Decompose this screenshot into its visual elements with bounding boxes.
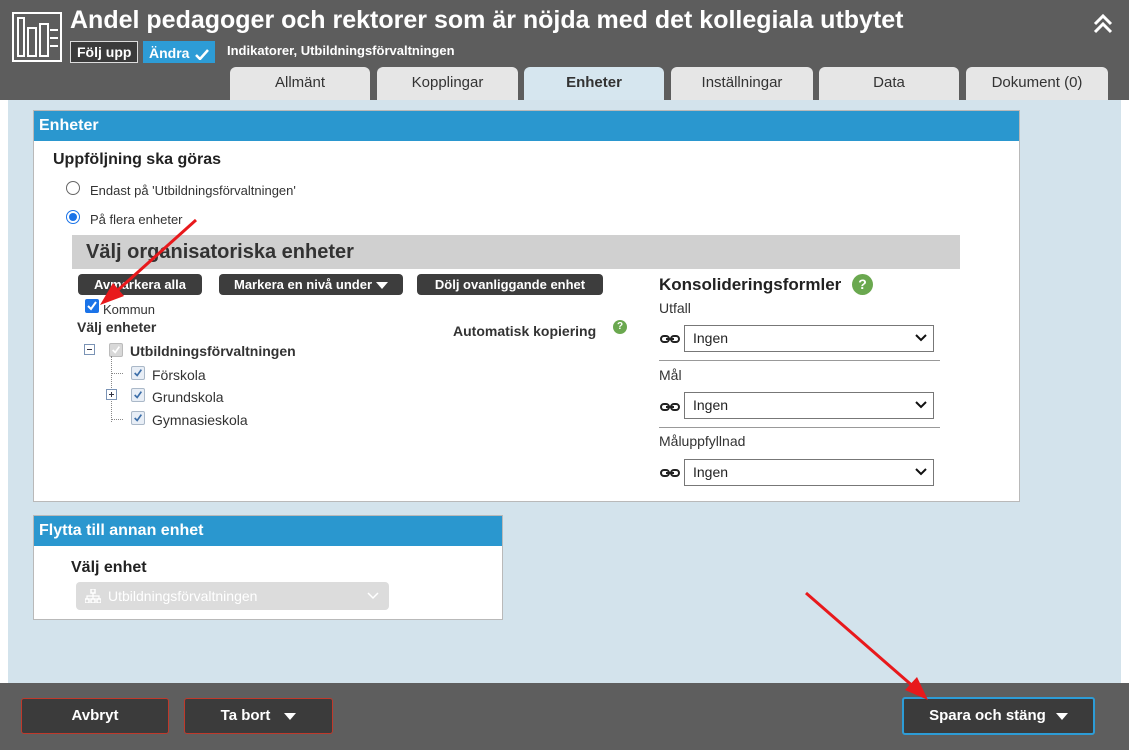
move-panel: Flytta till annan enhet Välj enhet Utbil… xyxy=(33,515,503,620)
link-icon xyxy=(660,469,680,477)
chevron-down-icon xyxy=(915,401,927,409)
mark-level-below-button[interactable]: Markera en nivå under xyxy=(219,274,403,295)
tab-allmant[interactable]: Allmänt xyxy=(230,67,370,100)
chevron-down-icon xyxy=(915,334,927,342)
select-unit-label: Välj enhet xyxy=(71,559,147,576)
child-checkbox-forskola[interactable] xyxy=(131,366,145,380)
org-units-title: Välj organisatoriska enheter xyxy=(72,235,960,269)
org-tree-icon xyxy=(85,589,101,603)
tree-connector xyxy=(111,373,123,374)
consolidation-label-utfall: Utfall xyxy=(659,300,691,316)
tab-dokument[interactable]: Dokument (0) xyxy=(966,67,1108,100)
indicator-logo-icon xyxy=(12,12,62,62)
delete-button[interactable]: Ta bort xyxy=(184,698,333,734)
breadcrumb: Indikatorer, Utbildningsförvaltningen xyxy=(227,43,455,58)
delete-button-label: Ta bort xyxy=(220,707,271,724)
tab-data[interactable]: Data xyxy=(819,67,959,100)
unit-select-value: Utbildningsförvaltningen xyxy=(108,588,258,604)
tree-expand-icon[interactable] xyxy=(106,389,117,400)
utfall-select-value: Ingen xyxy=(693,330,729,346)
caret-down-icon xyxy=(284,712,297,720)
chevron-down-icon xyxy=(915,468,927,476)
tab-kopplingar[interactable]: Kopplingar xyxy=(377,67,518,100)
enheter-panel: Enheter Uppföljning ska göras Endast på … xyxy=(33,110,1020,502)
checkmark-icon xyxy=(195,48,210,61)
child-checkbox-gymnasieskola[interactable] xyxy=(131,411,145,425)
save-and-close-label: Spara och stäng xyxy=(929,707,1046,724)
help-icon[interactable]: ? xyxy=(613,320,627,334)
collapse-up-icon[interactable] xyxy=(1091,12,1115,36)
select-units-label: Välj enheter xyxy=(77,319,157,335)
tree-child-label: Gymnasieskola xyxy=(152,412,248,428)
divider xyxy=(659,427,940,428)
help-icon[interactable]: ? xyxy=(852,274,873,295)
page-title: Andel pedagoger och rektorer som är nöjd… xyxy=(70,6,904,34)
tree-child-label: Förskola xyxy=(152,367,206,383)
tree-collapse-icon[interactable] xyxy=(84,344,95,355)
radio-only-unit[interactable] xyxy=(66,181,80,195)
divider xyxy=(659,360,940,361)
unmark-all-button[interactable]: Avmarkera alla xyxy=(78,274,202,295)
child-checkbox-grundskola[interactable] xyxy=(131,388,145,402)
root-unit-checkbox xyxy=(109,343,123,357)
utfall-select[interactable]: Ingen xyxy=(684,325,934,352)
kommun-label: Kommun xyxy=(103,302,156,317)
mark-level-below-label: Markera en nivå under xyxy=(234,277,372,292)
maluppfyllnad-select[interactable]: Ingen xyxy=(684,459,934,486)
link-icon xyxy=(660,335,680,343)
tab-installningar[interactable]: Inställningar xyxy=(671,67,813,100)
consolidation-title: Konsolideringsformler xyxy=(659,275,842,294)
follow-up-button[interactable]: Följ upp xyxy=(70,41,139,63)
main-content: Enheter Uppföljning ska göras Endast på … xyxy=(8,100,1121,683)
hide-parent-unit-button[interactable]: Dölj ovanliggande enhet xyxy=(417,274,603,295)
unit-select[interactable]: Utbildningsförvaltningen xyxy=(76,582,389,610)
chevron-down-icon xyxy=(367,592,379,600)
caret-down-icon xyxy=(1055,712,1068,720)
auto-copy-label: Automatisk kopiering xyxy=(453,323,597,339)
followup-title: Uppföljning ska göras xyxy=(53,151,222,168)
link-icon xyxy=(660,403,680,411)
mal-select[interactable]: Ingen xyxy=(684,392,934,419)
consolidation-label-mal: Mål xyxy=(659,367,682,383)
tree-root-label: Utbildningsförvaltningen xyxy=(130,343,296,359)
radio-multiple-units-label: På flera enheter xyxy=(90,212,183,227)
footer-bar: Avbryt Ta bort Spara och stäng xyxy=(0,683,1129,750)
change-button[interactable]: Ändra xyxy=(143,41,216,63)
enheter-panel-header: Enheter xyxy=(34,111,1019,141)
radio-only-unit-label: Endast på 'Utbildningsförvaltningen' xyxy=(90,183,296,198)
app-header: Andel pedagoger och rektorer som är nöjd… xyxy=(0,0,1129,100)
save-and-close-button[interactable]: Spara och stäng xyxy=(902,697,1095,735)
tab-enheter[interactable]: Enheter xyxy=(524,67,664,100)
tree-child-label: Grundskola xyxy=(152,389,224,405)
tree-connector xyxy=(111,419,123,420)
consolidation-label-maluppfyllnad: Måluppfyllnad xyxy=(659,433,746,449)
change-button-label: Ändra xyxy=(149,45,190,61)
cancel-button[interactable]: Avbryt xyxy=(21,698,169,734)
mal-select-value: Ingen xyxy=(693,397,729,413)
kommun-checkbox[interactable] xyxy=(85,299,99,313)
move-panel-header: Flytta till annan enhet xyxy=(34,516,502,546)
radio-multiple-units[interactable] xyxy=(66,210,80,224)
caret-down-icon xyxy=(376,282,388,290)
maluppfyllnad-select-value: Ingen xyxy=(693,464,729,480)
